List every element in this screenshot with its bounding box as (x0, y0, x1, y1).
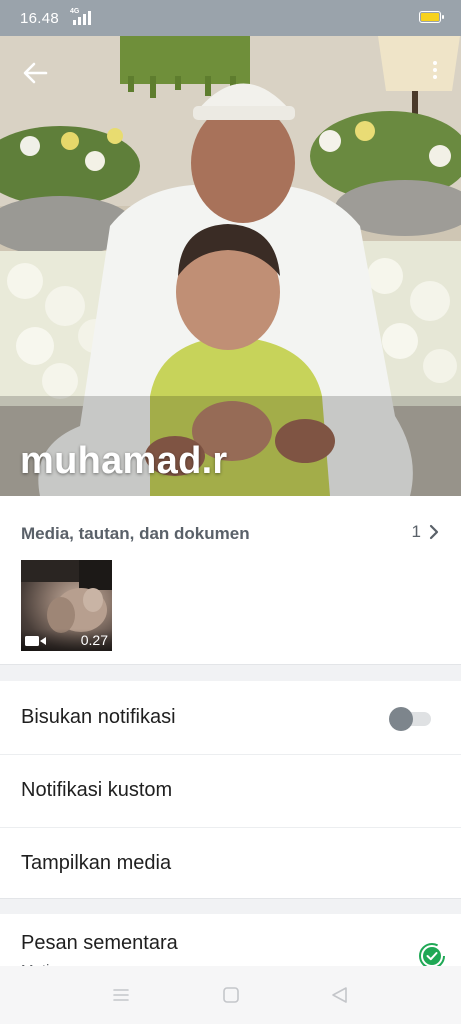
disappearing-messages-row[interactable]: Pesan sementara Mati (0, 914, 461, 974)
media-count-link[interactable]: 1 (412, 522, 439, 542)
mute-notifications-row[interactable]: Bisukan notifikasi (0, 682, 461, 755)
video-camera-icon (25, 636, 46, 646)
more-vert-icon[interactable] (425, 58, 445, 88)
status-bar: 16.48 4G (0, 0, 461, 36)
signal-icon: 4G (70, 8, 92, 27)
triangle-back-icon[interactable] (330, 986, 350, 1004)
show-media-label: Tampilkan media (21, 852, 172, 874)
section-divider (0, 898, 461, 915)
arrow-back-icon (23, 62, 48, 84)
profile-photo-image (0, 36, 461, 496)
chevron-right-icon (429, 524, 439, 540)
mute-notifications-toggle[interactable] (389, 707, 431, 731)
menu-lines-icon[interactable] (111, 986, 131, 1004)
settings-list: Bisukan notifikasi Notifikasi kustom Tam… (0, 682, 461, 900)
show-media-row[interactable]: Tampilkan media (0, 828, 461, 900)
system-nav-bar (0, 966, 461, 1024)
contact-name: muhamad.r (20, 440, 228, 482)
video-duration: 0.27 (80, 632, 108, 648)
disappearing-messages-label: Pesan sementara (21, 932, 178, 954)
custom-notifications-label: Notifikasi kustom (21, 779, 173, 801)
media-section: Media, tautan, dan dokumen 1 0.27 (0, 500, 461, 664)
custom-notifications-row[interactable]: Notifikasi kustom (0, 755, 461, 828)
network-type: 4G (70, 8, 80, 15)
mute-notifications-label: Bisukan notifikasi (21, 706, 176, 728)
section-divider (0, 664, 461, 681)
status-time: 16.48 (20, 10, 60, 27)
media-section-title: Media, tautan, dan dokumen (21, 524, 250, 543)
battery-icon (419, 11, 444, 23)
back-button[interactable] (18, 58, 52, 88)
square-home-icon[interactable] (221, 986, 241, 1004)
profile-photo[interactable]: muhamad.r (0, 36, 461, 496)
media-count: 1 (411, 522, 421, 541)
media-thumbnail[interactable]: 0.27 (21, 560, 112, 651)
